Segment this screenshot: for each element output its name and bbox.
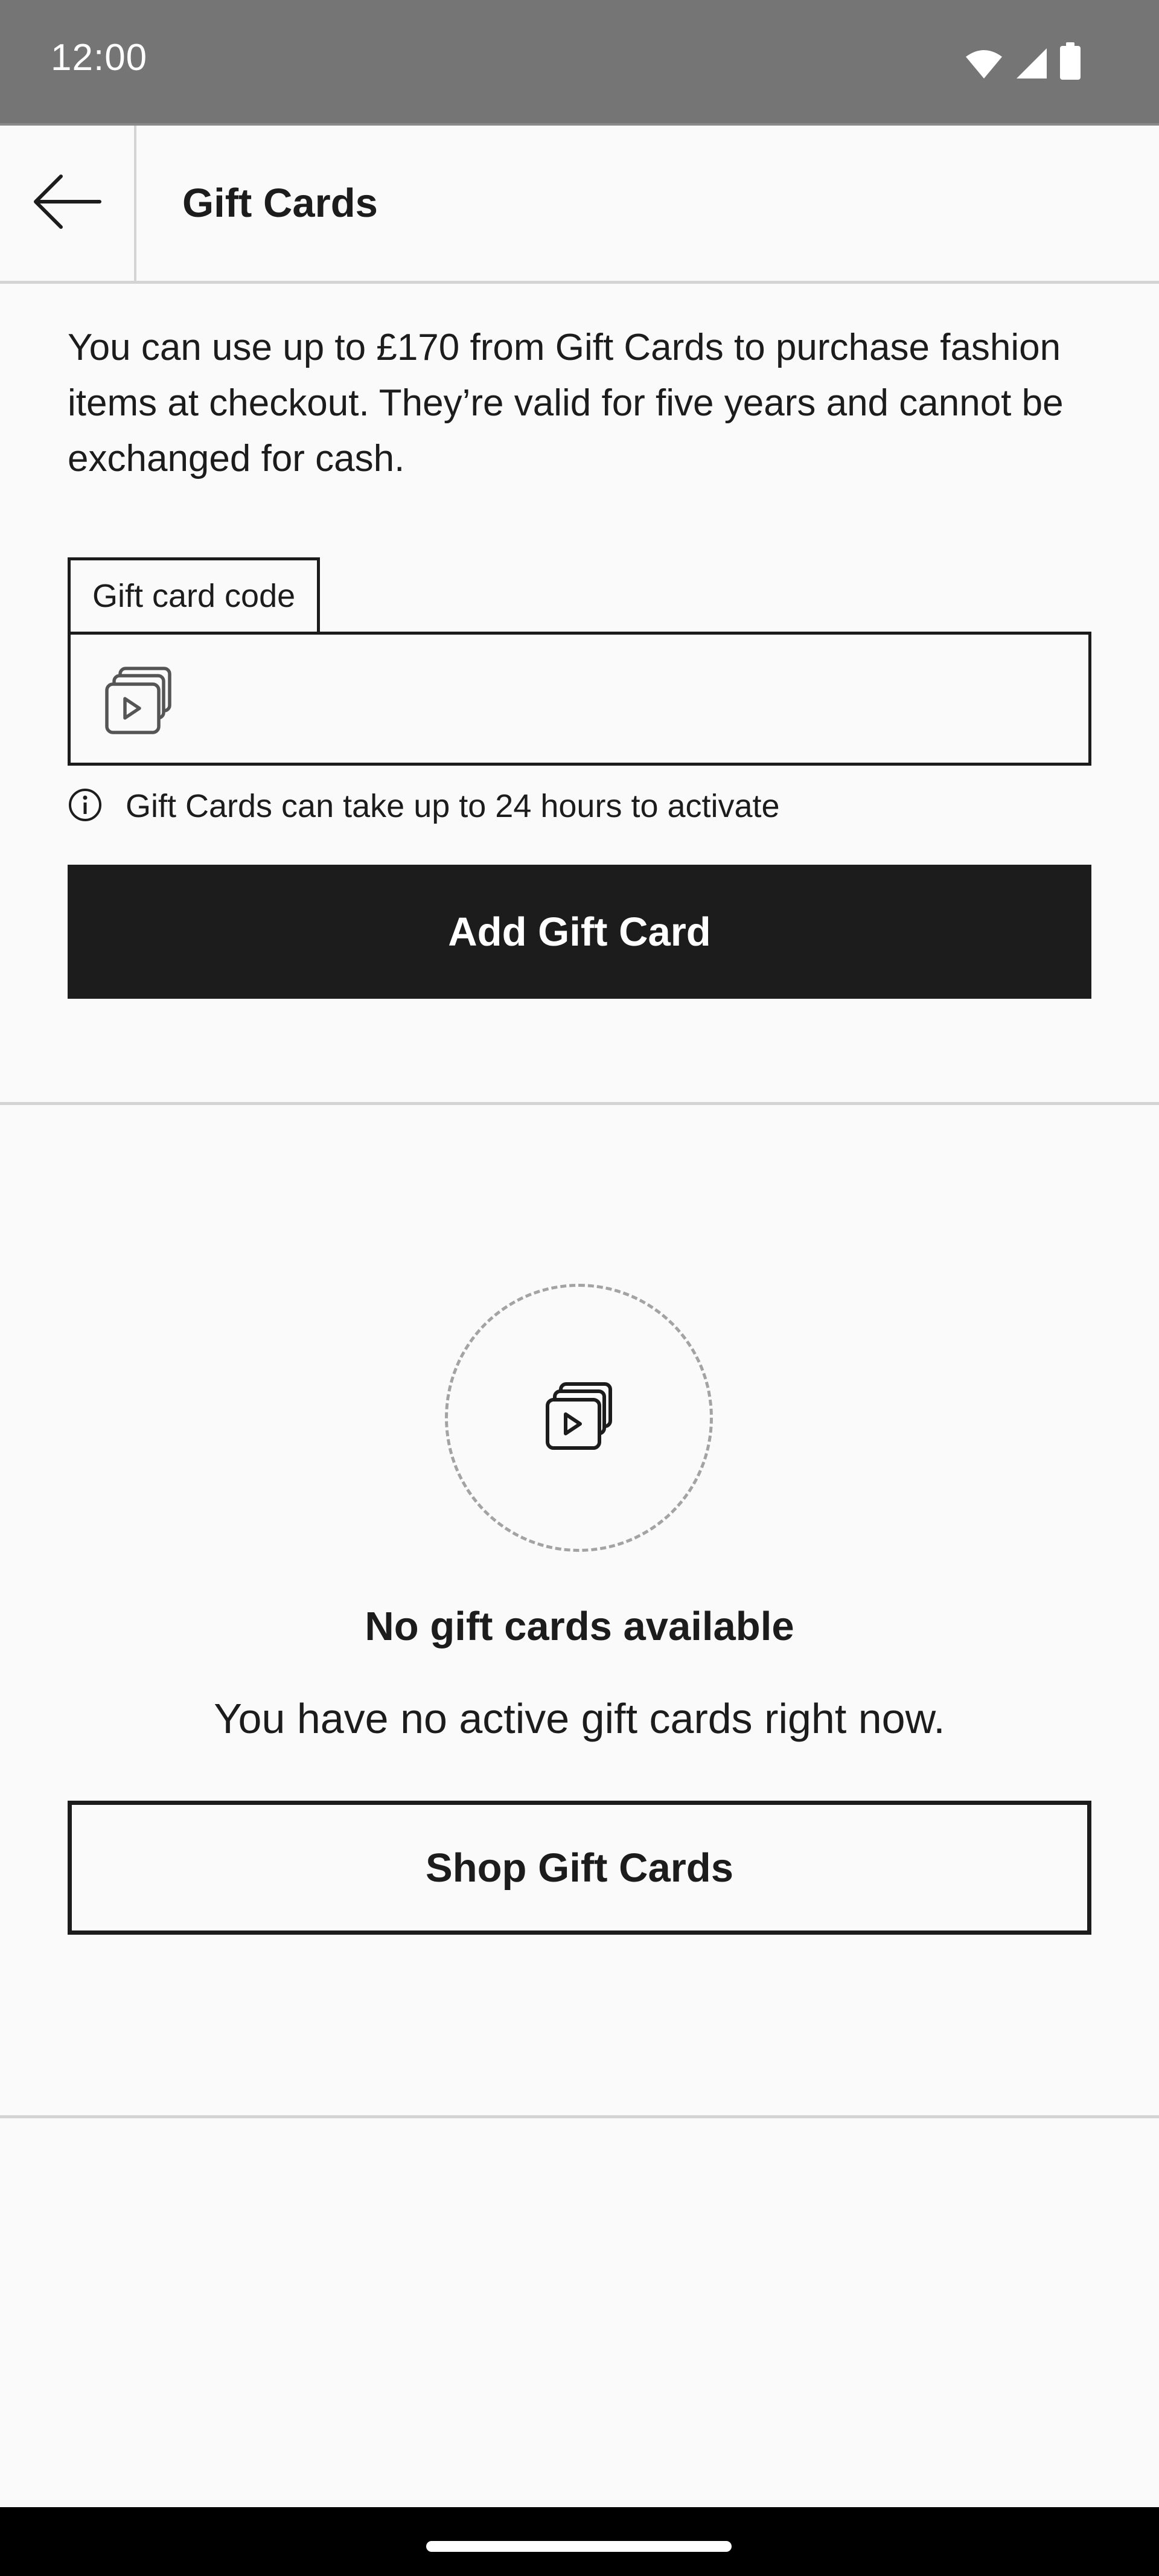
gift-card-icon xyxy=(102,665,174,740)
activation-hint-text: Gift Cards can take up to 24 hours to ac… xyxy=(126,788,780,824)
status-bar: 12:00 xyxy=(0,0,1159,126)
activation-hint: Gift Cards can take up to 24 hours to ac… xyxy=(68,785,780,827)
add-gift-card-button[interactable]: Add Gift Card xyxy=(68,865,1091,999)
section-divider xyxy=(0,1102,1159,1105)
status-icons xyxy=(965,42,1081,80)
gift-card-icon xyxy=(543,1380,615,1456)
gift-cards-screen: 12:00 Gift Cards You can use up to £170 … xyxy=(0,0,1159,2576)
status-time: 12:00 xyxy=(51,37,148,78)
cellular-signal-icon xyxy=(1015,47,1048,80)
empty-state-title: No gift cards available xyxy=(365,1604,794,1649)
app-bar: Gift Cards xyxy=(0,126,1159,284)
info-icon xyxy=(68,787,103,825)
shop-gift-cards-button[interactable]: Shop Gift Cards xyxy=(68,1801,1091,1935)
gift-card-code-input[interactable] xyxy=(209,659,1057,739)
gift-card-code-field[interactable] xyxy=(68,632,1091,766)
battery-icon xyxy=(1060,42,1081,80)
empty-state-subtitle: You have no active gift cards right now. xyxy=(214,1695,945,1742)
wifi-icon xyxy=(965,48,1003,80)
arrow-left-icon xyxy=(32,174,102,232)
home-indicator[interactable] xyxy=(426,2541,732,2552)
gift-card-intro-text: You can use up to £170 from Gift Cards t… xyxy=(68,327,1064,479)
back-button[interactable] xyxy=(0,126,136,281)
gift-card-code-label: Gift card code xyxy=(68,557,321,632)
empty-state-illustration xyxy=(445,1284,713,1552)
bottom-divider xyxy=(0,2115,1159,2118)
page-title: Gift Cards xyxy=(182,181,378,226)
